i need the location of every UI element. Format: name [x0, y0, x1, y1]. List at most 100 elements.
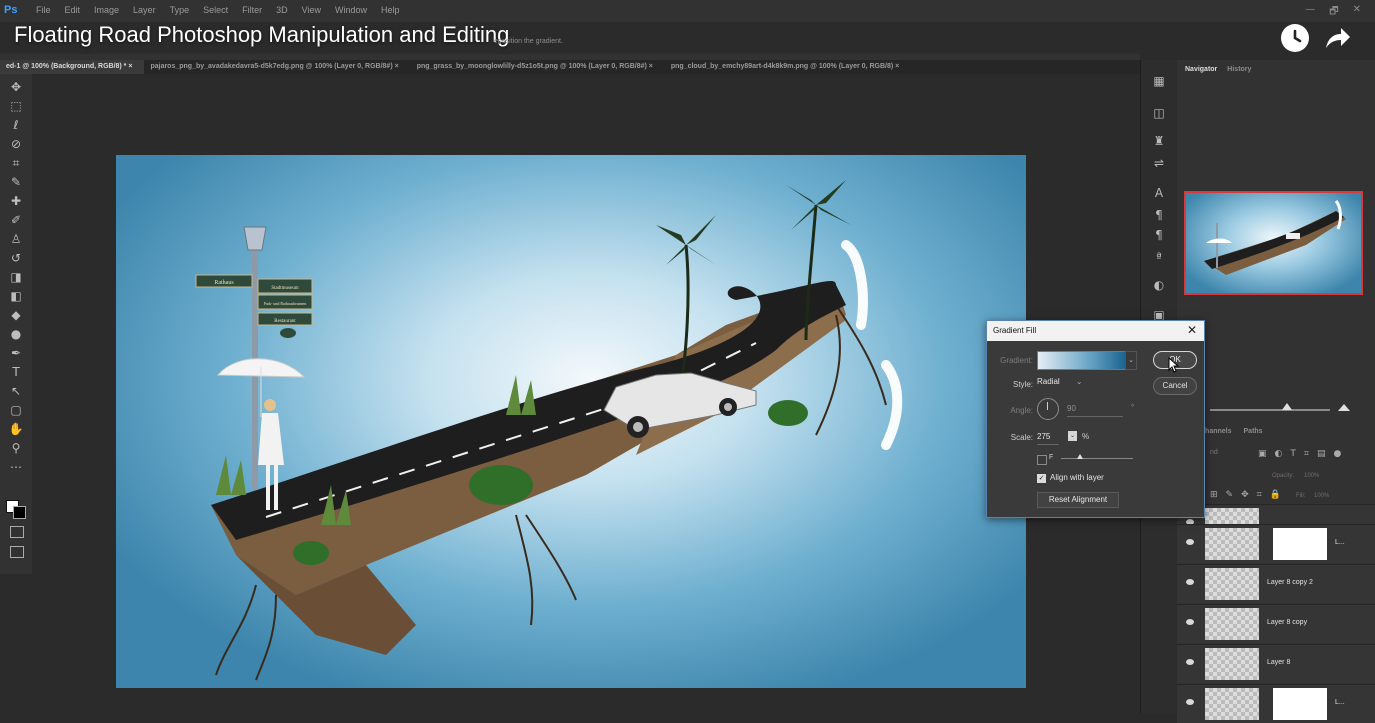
lock-position-icon[interactable]: ✥ — [1241, 490, 1249, 502]
more-tools-icon[interactable]: ⋯ — [8, 460, 24, 474]
visibility-eye-icon[interactable] — [1186, 699, 1194, 705]
paragraph-styles-icon[interactable]: ¶ — [1151, 228, 1167, 244]
layer-row[interactable]: Layer 8 copy — [1177, 604, 1375, 643]
marquee-tool-icon[interactable]: ⬚ — [8, 99, 24, 113]
document-tab[interactable]: png_cloud_by_emchy89art-d4k8k9m.png @ 10… — [665, 60, 911, 74]
filter-kind-label[interactable]: nd — [1210, 449, 1250, 461]
glyphs-icon[interactable]: ª — [1151, 250, 1167, 266]
layer-row[interactable]: L... — [1177, 684, 1375, 723]
layer-mask-thumbnail[interactable] — [1273, 688, 1327, 720]
move-tool-icon[interactable]: ✥ — [8, 80, 24, 94]
navigator-zoom-slider[interactable] — [1210, 409, 1330, 411]
layer-mask-thumbnail[interactable] — [1273, 528, 1327, 560]
close-window-icon[interactable]: ✕ — [1353, 4, 1361, 21]
fill-value[interactable]: 100% — [1314, 493, 1329, 499]
layer-name[interactable]: Layer 8 — [1267, 659, 1290, 666]
gradient-picker[interactable] — [1037, 351, 1127, 370]
document-tab[interactable]: png_grass_by_moonglowlilly-d5z1o5t.png @… — [411, 60, 665, 74]
document-canvas[interactable]: Rathaus Stadtmuseum Park- und Rathausbru… — [116, 155, 1026, 688]
layer-row[interactable]: L... — [1177, 524, 1375, 563]
tab-navigator[interactable]: Navigator — [1185, 66, 1217, 80]
angle-dial[interactable] — [1037, 398, 1059, 420]
menu-item-view[interactable]: View — [302, 5, 321, 15]
crop-tool-icon[interactable]: ⌗ — [8, 156, 24, 170]
clone-source-icon[interactable]: ♜ — [1151, 134, 1167, 150]
lock-all-icon[interactable]: 🔒 — [1270, 490, 1281, 502]
reverse-checkbox[interactable] — [1037, 455, 1047, 465]
clone-stamp-tool-icon[interactable]: ♙ — [8, 232, 24, 246]
blur-tool-icon[interactable]: ◆ — [8, 308, 24, 322]
watch-later-button[interactable] — [1281, 24, 1309, 52]
document-tab[interactable]: ed-1 @ 100% (Background, RGB/8) * × — [0, 60, 145, 74]
layer-name[interactable]: Layer 8 copy 2 — [1267, 579, 1313, 586]
shape-filter-icon[interactable]: ⌗ — [1304, 449, 1309, 461]
document-tab[interactable]: pajaros_png_by_avadakedavra5-d5k7edg.png… — [144, 60, 410, 74]
shape-tool-icon[interactable]: ▢ — [8, 403, 24, 417]
healing-brush-tool-icon[interactable]: ✚ — [8, 194, 24, 208]
maximize-icon[interactable]: 🗗 — [1329, 4, 1338, 21]
style-select[interactable]: Radial ⌄ — [1037, 377, 1097, 391]
adjust-icon[interactable]: ⇌ — [1151, 156, 1167, 172]
gradient-dropdown-chevron-icon[interactable]: ⌄ — [1125, 351, 1137, 370]
lock-transparent-icon[interactable]: ⊞ — [1210, 490, 1218, 502]
lasso-tool-icon[interactable]: ℓ — [8, 118, 24, 132]
background-color-swatch[interactable] — [13, 506, 26, 519]
menu-item-select[interactable]: Select — [203, 5, 228, 15]
visibility-eye-icon[interactable] — [1186, 539, 1194, 545]
quick-mask-icon[interactable] — [10, 526, 24, 538]
brush-tool-icon[interactable]: ✐ — [8, 213, 24, 227]
align-with-layer-checkbox[interactable]: ✓ — [1037, 474, 1046, 483]
eraser-tool-icon[interactable]: ◨ — [8, 270, 24, 284]
type-tool-icon[interactable]: T — [8, 365, 24, 379]
opacity-value[interactable]: 100% — [1304, 473, 1319, 479]
type-filter-icon[interactable]: T — [1290, 449, 1296, 461]
path-select-tool-icon[interactable]: ↖ — [8, 384, 24, 398]
layer-row[interactable]: Layer 8 copy 2 — [1177, 564, 1375, 603]
visibility-eye-icon[interactable] — [1186, 659, 1194, 665]
navigator-preview[interactable] — [1184, 191, 1363, 295]
lock-artboard-icon[interactable]: ⌗ — [1257, 490, 1262, 502]
menu-item-type[interactable]: Type — [170, 5, 190, 15]
character-icon[interactable]: A — [1151, 186, 1167, 202]
cancel-button[interactable]: Cancel — [1153, 377, 1197, 395]
share-button[interactable] — [1322, 24, 1352, 52]
minimize-icon[interactable]: — — [1305, 4, 1315, 21]
menu-item-3d[interactable]: 3D — [276, 5, 288, 15]
layer-name[interactable]: Layer 8 copy — [1267, 619, 1307, 626]
brush-settings-icon[interactable]: ◫ — [1151, 106, 1167, 122]
tab-paths[interactable]: Paths — [1244, 428, 1263, 440]
menu-item-help[interactable]: Help — [381, 5, 400, 15]
menu-item-edit[interactable]: Edit — [65, 5, 81, 15]
pen-tool-icon[interactable]: ✒ — [8, 346, 24, 360]
scale-input[interactable]: 275 — [1037, 432, 1059, 445]
navigator-zoom-in-icon[interactable] — [1338, 404, 1350, 411]
dither-slider-track[interactable] — [1061, 458, 1133, 459]
hand-tool-icon[interactable]: ✋ — [8, 422, 24, 436]
visibility-eye-icon[interactable] — [1186, 579, 1194, 585]
lock-pixels-icon[interactable]: ✎ — [1226, 490, 1234, 502]
menu-item-image[interactable]: Image — [94, 5, 119, 15]
reset-alignment-button[interactable]: Reset Alignment — [1037, 492, 1119, 508]
history-panel-icon[interactable]: ▦ — [1151, 74, 1167, 90]
adjustment-filter-icon[interactable]: ◐ — [1275, 449, 1283, 461]
quick-select-tool-icon[interactable]: ⊘ — [8, 137, 24, 151]
dialog-close-icon[interactable]: ✕ — [1187, 323, 1197, 337]
navigator-zoom-handle[interactable] — [1282, 403, 1292, 410]
visibility-eye-icon[interactable] — [1186, 619, 1194, 625]
menu-item-layer[interactable]: Layer — [133, 5, 156, 15]
scale-dropdown-chevron-icon[interactable]: ⌄ — [1068, 431, 1077, 441]
layer-name[interactable]: L... — [1335, 699, 1345, 706]
layer-name[interactable]: L... — [1335, 539, 1345, 546]
eyedropper-tool-icon[interactable]: ✎ — [8, 175, 24, 189]
adjustments-icon[interactable]: ◐ — [1151, 278, 1167, 294]
dither-slider-handle[interactable] — [1077, 454, 1083, 459]
menu-item-window[interactable]: Window — [335, 5, 367, 15]
smart-object-filter-icon[interactable]: ▤ — [1317, 449, 1326, 461]
tab-history[interactable]: History — [1227, 66, 1251, 80]
angle-input[interactable]: 90 — [1067, 404, 1123, 417]
menu-item-file[interactable]: File — [36, 5, 51, 15]
menu-item-filter[interactable]: Filter — [242, 5, 262, 15]
filter-toggle-icon[interactable]: ● — [1333, 449, 1341, 461]
zoom-tool-icon[interactable]: ⚲ — [8, 441, 24, 455]
dodge-tool-icon[interactable]: ● — [8, 327, 24, 341]
